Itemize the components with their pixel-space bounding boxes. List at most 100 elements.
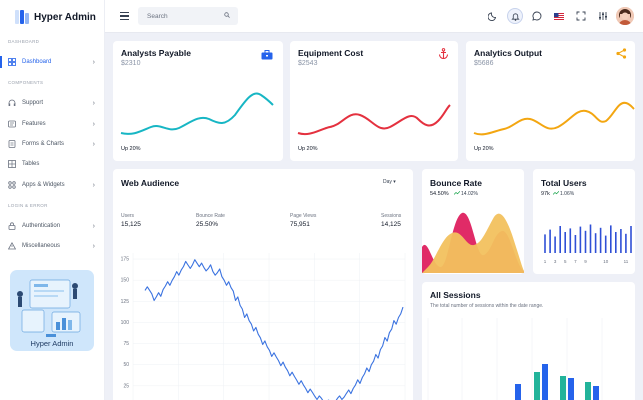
user-bar	[584, 230, 587, 253]
sidebar-item-label: Apps & Widgets	[22, 182, 65, 188]
x-tick-label: 7	[574, 259, 577, 264]
logo-icon	[15, 10, 29, 24]
settings-sliders-icon[interactable]	[597, 10, 609, 22]
card-value: $5686	[474, 60, 494, 67]
user-bar	[559, 226, 561, 253]
apps-icon	[8, 181, 16, 189]
us-flag-icon[interactable]	[553, 10, 565, 22]
stat-label: Sessions	[381, 213, 402, 219]
user-bar	[610, 225, 612, 253]
user-bar	[574, 235, 577, 253]
card-title: All Sessions	[430, 290, 481, 300]
search-placeholder: Search	[147, 13, 168, 20]
sidebar-item-tables[interactable]: Tables	[0, 156, 105, 172]
card-equipment-cost: Equipment Cost $2543 Up 20%	[290, 41, 458, 161]
x-tick-label: 11	[624, 259, 629, 264]
card-title: Bounce Rate	[430, 178, 482, 188]
user-bar	[544, 234, 546, 253]
sidebar: Hyper Admin DASHBOARD Dashboard › COMPON…	[0, 0, 105, 400]
user-bar	[615, 232, 617, 253]
search-input[interactable]: Search	[138, 7, 238, 25]
chat-icon[interactable]	[531, 10, 543, 22]
sidebar-item-label: Features	[22, 121, 46, 127]
y-tick-label: 75	[123, 341, 129, 347]
promo-title: Hyper Admin	[30, 339, 74, 348]
sidebar-item-dashboard[interactable]: Dashboard ›	[0, 54, 105, 70]
user-bar	[589, 224, 592, 253]
chevron-right-icon: ›	[92, 242, 95, 250]
stat-value: 15,125	[121, 221, 141, 228]
card-title: Web Audience	[121, 178, 180, 188]
total-users-bar-chart: 1 3 5 7 9 10 11	[544, 224, 632, 264]
card-title: Total Users	[541, 178, 587, 188]
sidebar-item-forms-charts[interactable]: Forms & Charts ›	[0, 136, 105, 152]
lock-icon	[8, 222, 16, 230]
user-bar	[554, 236, 556, 253]
card-value: $2543	[298, 60, 318, 67]
sessions-bar-chart	[427, 318, 603, 400]
sidebar-item-label: Authentication	[22, 223, 61, 229]
card-foot: Up 20%	[298, 146, 318, 152]
card-value: $2310	[121, 60, 141, 67]
search-icon	[224, 12, 230, 18]
brand-name: Hyper Admin	[34, 11, 96, 23]
fullscreen-icon[interactable]	[575, 10, 587, 22]
user-bar	[549, 229, 551, 253]
sidebar-item-support[interactable]: Support ›	[0, 95, 105, 111]
trend-up-icon	[552, 191, 560, 197]
sidebar-item-apps-widgets[interactable]: Apps & Widgets ›	[0, 177, 105, 193]
card-analytics-output: Analytics Output $5686 Up 20%	[466, 41, 635, 161]
menu-toggle-icon[interactable]	[120, 12, 129, 21]
avatar[interactable]	[616, 7, 634, 25]
change-value: 1.06%	[560, 191, 575, 197]
stat-value: 25.50%	[196, 221, 219, 228]
y-tick-label: 25	[123, 383, 129, 389]
y-tick-label: 100	[121, 320, 130, 326]
range-dropdown[interactable]: Day ▾	[383, 179, 396, 185]
y-tick-label: 150	[121, 278, 130, 284]
sidebar-item-label: Support	[22, 100, 44, 106]
user-bar	[604, 235, 607, 253]
stat-value: 14,125	[381, 221, 401, 228]
total-users-change: 1.06%	[552, 191, 575, 197]
card-analysts-payable: Analysts Payable $2310 Up 20%	[113, 41, 283, 161]
bounce-area-chart	[422, 212, 524, 273]
x-tick-label: 5	[564, 259, 567, 264]
share-icon	[616, 46, 627, 64]
sidebar-item-label: Miscellaneous	[22, 243, 61, 249]
chevron-right-icon: ›	[92, 181, 95, 189]
user-bar	[630, 226, 632, 253]
chevron-right-icon: ›	[92, 99, 95, 107]
user-bar	[625, 233, 627, 253]
bounce-value: 54.50%	[430, 191, 449, 197]
stat-label: Page Views	[290, 213, 317, 219]
section-label-components: COMPONENTS	[8, 80, 44, 85]
brand[interactable]: Hyper Admin	[15, 9, 96, 25]
sidebar-item-authentication[interactable]: Authentication ›	[0, 218, 105, 234]
sidebar-item-miscellaneous[interactable]: Miscellaneous ›	[0, 238, 105, 254]
total-users-value: 97k	[541, 191, 550, 197]
chevron-right-icon: ›	[92, 58, 95, 66]
stat-label: Users	[121, 213, 135, 219]
warning-icon	[8, 242, 16, 250]
user-bar	[569, 228, 572, 253]
analytics-sparkline	[473, 101, 635, 136]
x-tick-label: 9	[584, 259, 587, 264]
anchor-icon	[438, 46, 449, 64]
web-audience-chart: 1751501251007550250	[121, 253, 406, 400]
sidebar-item-label: Forms & Charts	[22, 141, 65, 147]
stat-label: Bounce Rate	[196, 213, 225, 219]
card-bounce-rate: Bounce Rate 54.50% 14.02%	[422, 169, 524, 274]
section-label-dashboard: DASHBOARD	[8, 39, 40, 44]
user-bar	[620, 229, 622, 253]
chevron-right-icon: ›	[92, 222, 95, 230]
equipment-sparkline	[297, 104, 451, 136]
sidebar-item-features[interactable]: Features ›	[0, 116, 105, 132]
card-subtitle: The total number of sessions within the …	[430, 303, 544, 309]
moon-icon[interactable]	[487, 10, 499, 22]
trend-up-icon	[453, 191, 461, 197]
stat-value: 75,951	[290, 221, 310, 228]
y-tick-label: 125	[121, 299, 130, 305]
notification-bell-icon[interactable]	[507, 8, 523, 24]
caret-down-icon: ▾	[393, 179, 396, 185]
